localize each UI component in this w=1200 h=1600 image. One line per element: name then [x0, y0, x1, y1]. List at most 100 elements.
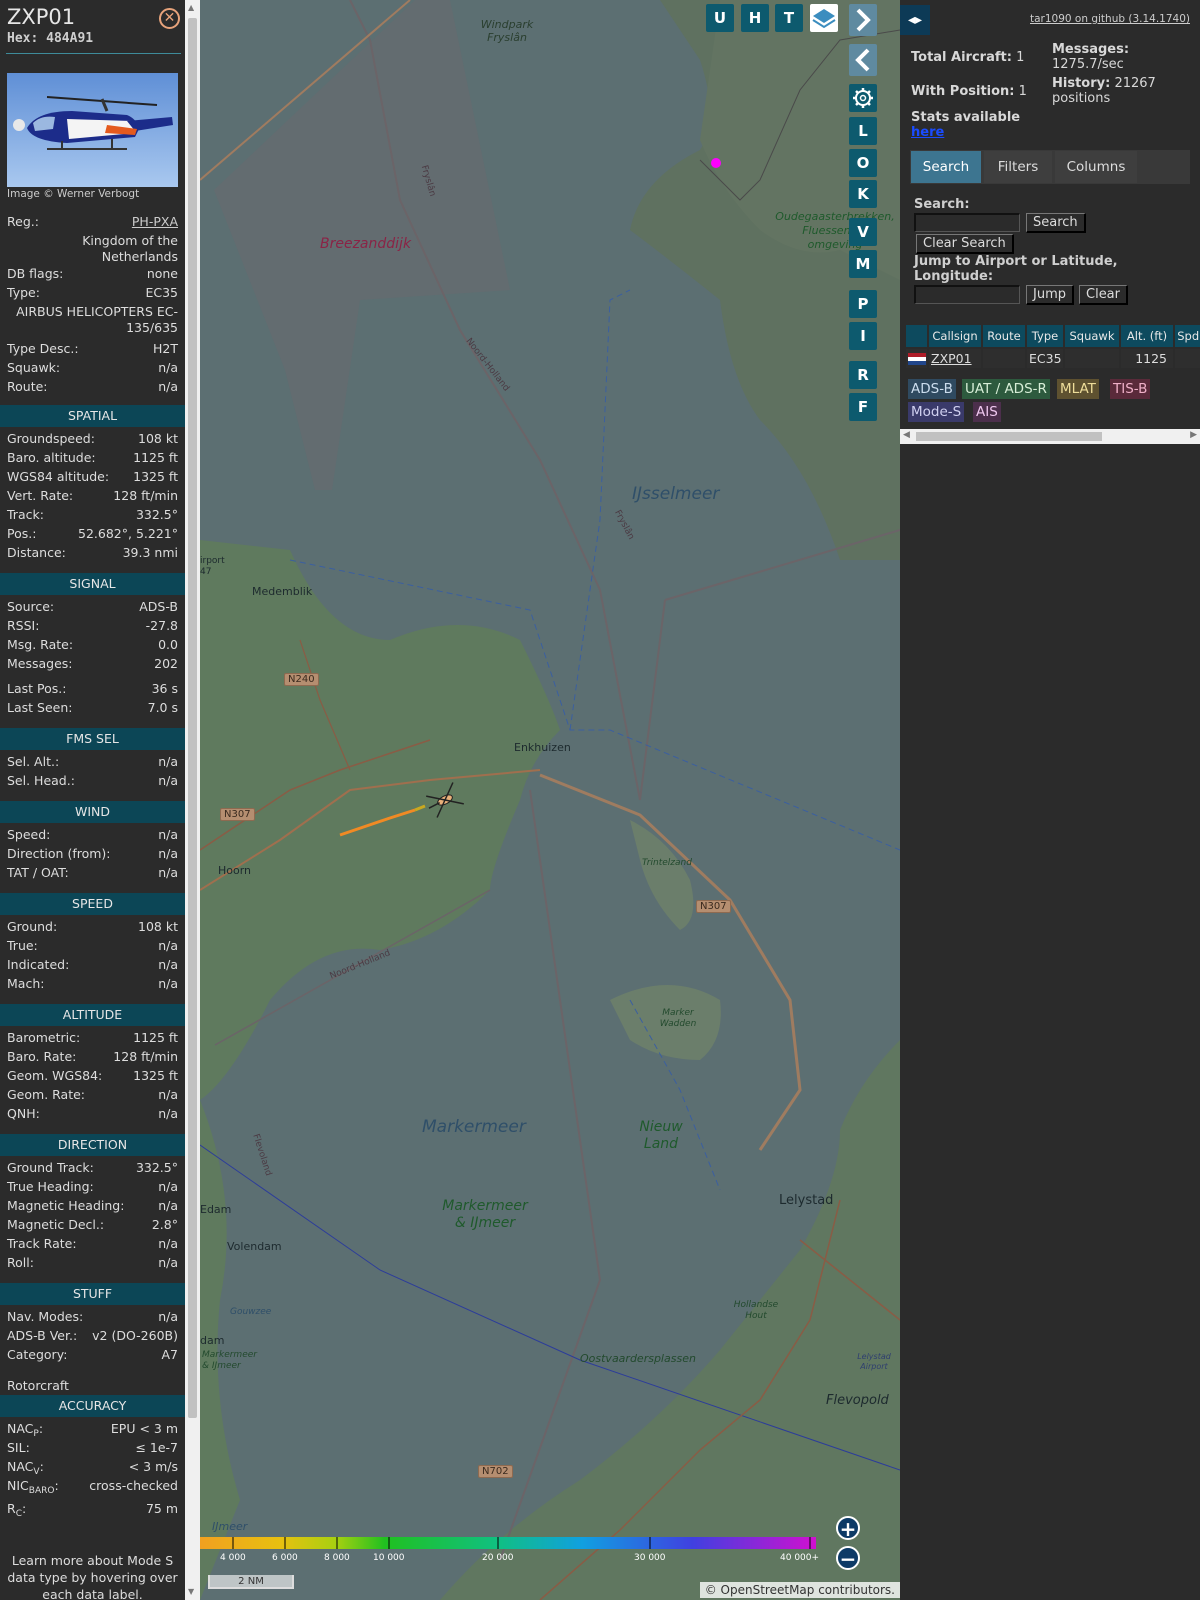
- stat-value: 1: [1018, 84, 1027, 99]
- scroll-up-icon[interactable]: ▲: [188, 3, 194, 12]
- legend-ads-b: ADS-B: [908, 379, 956, 399]
- zoom-in-button[interactable]: +: [836, 1516, 860, 1540]
- github-link[interactable]: tar1090 on github (3.14.1740): [1030, 13, 1190, 25]
- row-value: n/a: [158, 1255, 178, 1270]
- map-label-medemblik: Medemblik: [252, 585, 313, 598]
- map-label-trintelzand: Trintelzand: [642, 858, 692, 868]
- stats-link[interactable]: here: [911, 125, 944, 140]
- cell-callsign[interactable]: ZXP01: [929, 349, 981, 368]
- clear-search-button[interactable]: Clear Search: [916, 234, 1014, 254]
- column-header-altitude[interactable]: Alt. (ft): [1121, 325, 1173, 347]
- detail-label: DB flags:: [7, 266, 64, 281]
- stat-label: Total Aircraft:: [911, 50, 1012, 65]
- jump-input[interactable]: [914, 285, 1020, 304]
- column-header-flag[interactable]: [906, 325, 927, 347]
- settings-gear-icon[interactable]: [849, 84, 877, 112]
- row-label: Speed:: [7, 827, 51, 842]
- detail-value: none: [146, 266, 178, 281]
- row-label: Direction (from):: [7, 846, 111, 861]
- search-input[interactable]: [914, 213, 1020, 232]
- search-button[interactable]: Search: [1026, 213, 1086, 233]
- tab-filters[interactable]: Filters: [984, 151, 1052, 183]
- map-button-h[interactable]: H: [741, 4, 769, 32]
- map-label-nieuwland: Nieuw Land: [639, 1119, 683, 1152]
- toggle-sidebar-icon[interactable]: ◂▸: [900, 5, 930, 35]
- fms-row: Sel. Head.: n/a: [7, 773, 178, 792]
- map-label-markermeer-ijmeer-2: Markermeer & IJmeer: [202, 1350, 257, 1371]
- map-button-m[interactable]: M: [849, 250, 877, 278]
- close-icon[interactable]: ✕: [159, 8, 180, 29]
- column-header-squawk[interactable]: Squawk: [1065, 325, 1119, 347]
- row-value: 52.682°, 5.221°: [78, 526, 178, 541]
- map[interactable]: Windpark Fryslân Breezanddijk IJsselmeer…: [200, 0, 900, 1600]
- scroll-left-icon[interactable]: ◀: [903, 430, 910, 440]
- map-button-f[interactable]: F: [849, 393, 877, 421]
- spatial-row: Distance: 39.3 nmi: [7, 545, 178, 564]
- expand-right-icon[interactable]: [849, 4, 877, 36]
- aircraft-photo[interactable]: [7, 73, 178, 187]
- map-label-ijsselmeer: IJsselmeer: [632, 484, 720, 504]
- detail-label: Squawk:: [7, 360, 61, 375]
- row-value: 7.0 s: [147, 700, 178, 715]
- cell-altitude: 1125: [1121, 349, 1173, 368]
- row-label: SIL:: [7, 1440, 30, 1455]
- map-button-u[interactable]: U: [706, 4, 734, 32]
- column-header-speed[interactable]: Spd.: [1175, 325, 1200, 347]
- road-shield: N240: [284, 673, 319, 686]
- with-position-stat: With Position: 1: [911, 84, 1027, 99]
- detail-label: Type Desc.:: [7, 341, 79, 356]
- row-label: Baro. Rate:: [7, 1049, 77, 1064]
- country-text: Kingdom of the Netherlands: [82, 233, 178, 264]
- map-button-l[interactable]: L: [849, 117, 877, 145]
- row-value: 1325 ft: [133, 1068, 178, 1083]
- column-header-route[interactable]: Route: [983, 325, 1025, 347]
- direction-row: Track Rate: n/a: [7, 1236, 178, 1255]
- map-button-v[interactable]: V: [849, 218, 877, 246]
- collapse-left-icon[interactable]: [849, 44, 877, 76]
- tab-columns[interactable]: Columns: [1055, 151, 1137, 183]
- map-button-p[interactable]: P: [849, 290, 877, 318]
- map-button-k[interactable]: K: [849, 180, 877, 208]
- column-header-callsign[interactable]: Callsign: [929, 325, 981, 347]
- tab-search[interactable]: Search: [911, 151, 981, 183]
- row-value: n/a: [158, 827, 178, 842]
- scroll-thumb[interactable]: [188, 18, 197, 1418]
- column-header-type[interactable]: Type: [1027, 325, 1063, 347]
- stuff-row: Nav. Modes: n/a: [7, 1309, 178, 1328]
- row-label-text: NIC: [7, 1478, 29, 1493]
- scroll-right-icon[interactable]: ▶: [1190, 430, 1197, 440]
- signal-row: RSSI: -27.8: [7, 618, 178, 637]
- layers-icon[interactable]: [810, 4, 838, 32]
- row-value: ADS-B: [139, 599, 178, 614]
- info-scrollbar[interactable]: ▲ ▼: [185, 0, 200, 1600]
- signal-row: Source: ADS-B: [7, 599, 178, 618]
- table-horizontal-scrollbar[interactable]: ◀ ▶: [900, 429, 1200, 444]
- row-label-text: R: [7, 1501, 16, 1516]
- map-label-volendam: Volendam: [227, 1240, 282, 1253]
- row-label: NACV:: [7, 1459, 44, 1477]
- detail-route: Route: n/a: [7, 379, 178, 398]
- registration-link[interactable]: PH-PXA: [132, 214, 178, 229]
- row-label: Sel. Head.:: [7, 773, 75, 788]
- map-button-i[interactable]: I: [849, 322, 877, 350]
- row-value: n/a: [158, 1087, 178, 1102]
- scroll-down-icon[interactable]: ▼: [188, 1587, 194, 1596]
- map-label-hoorn: Hoorn: [218, 864, 252, 877]
- map-label-windpark: Windpark Fryslân: [480, 18, 534, 44]
- row-label: Geom. WGS84:: [7, 1068, 103, 1083]
- scroll-thumb[interactable]: [916, 432, 1102, 441]
- map-button-o[interactable]: O: [849, 149, 877, 177]
- jump-button[interactable]: Jump: [1026, 285, 1074, 305]
- row-label-subscript: BARO: [28, 1486, 55, 1496]
- map-button-t[interactable]: T: [775, 4, 803, 32]
- row-value: 1125 ft: [133, 1030, 178, 1045]
- legend-uat-ads-r: UAT / ADS-R: [962, 379, 1050, 399]
- clear-jump-button[interactable]: Clear: [1079, 285, 1128, 305]
- row-value: n/a: [158, 1106, 178, 1121]
- zoom-out-button[interactable]: −: [836, 1546, 860, 1570]
- row-value: 75 m: [145, 1501, 178, 1516]
- map-button-r[interactable]: R: [849, 361, 877, 389]
- map-attribution: © OpenStreetMap contributors.: [699, 1582, 900, 1598]
- row-value: 128 ft/min: [113, 1049, 178, 1064]
- row-value: 332.5°: [135, 507, 178, 522]
